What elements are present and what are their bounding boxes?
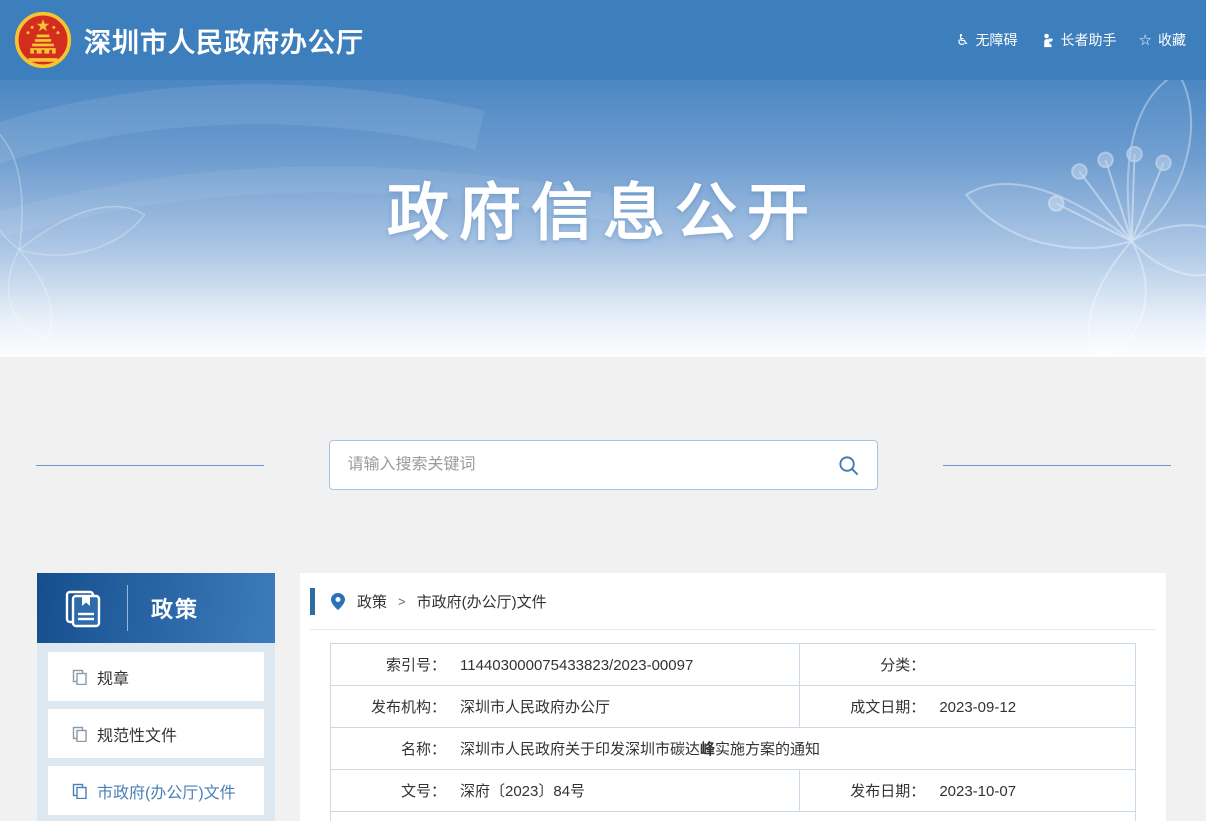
elder-assistant-link[interactable]: 长者助手 (1040, 30, 1117, 50)
sidebar-item-normative-documents[interactable]: 规范性文件 (48, 709, 264, 758)
table-row-publisher: 发布机构： 深圳市人民政府办公厅 成文日期： 2023-09-12 (331, 686, 1136, 728)
location-pin-icon (331, 593, 345, 610)
sidebar-header: 政策 (37, 573, 275, 643)
favorite-link[interactable]: ☆ 收藏 (1139, 30, 1186, 50)
highlighted-keyword: 峰 (700, 741, 715, 758)
breadcrumb-current[interactable]: 市政府(办公厅)文件 (417, 591, 547, 612)
sidebar-item-regulations[interactable]: 规章 (48, 652, 264, 701)
table-row-partial (331, 812, 1136, 821)
doc-number-cell: 文号： 深府〔2023〕84号 (331, 770, 800, 812)
partial-cell (331, 812, 1136, 821)
search-band (0, 440, 1206, 490)
written-date-cell: 成文日期： 2023-09-12 (800, 686, 1136, 728)
sidebar-item-label: 规范性文件 (97, 722, 177, 746)
breadcrumb-accent-bar (310, 588, 315, 615)
document-icon (72, 783, 88, 799)
accessibility-link[interactable]: ♿ 无障碍 (956, 30, 1017, 50)
breadcrumb: 政策 > 市政府(办公厅)文件 (310, 573, 1156, 630)
sidebar-menu: 规章 规范性文件 市政府(办公厅)文件 (37, 643, 275, 821)
doc-number-label: 文号： (331, 780, 446, 801)
page-banner: 政府信息公开 (0, 80, 1206, 357)
star-icon: ☆ (1139, 33, 1152, 48)
right-divider-line (943, 465, 1171, 466)
breadcrumb-separator: > (398, 594, 406, 609)
header-links: ♿ 无障碍 长者助手 ☆ 收藏 (956, 30, 1186, 50)
content-card: 政策 > 市政府(办公厅)文件 索引号： 114403000075433823/2… (300, 573, 1166, 821)
elder-assistant-label: 长者助手 (1061, 30, 1117, 50)
elder-person-icon (1040, 33, 1055, 48)
favorite-label: 收藏 (1158, 30, 1186, 50)
publisher-label: 发布机构： (331, 696, 446, 717)
index-cell: 索引号： 114403000075433823/2023-00097 (331, 644, 800, 686)
document-icon (72, 669, 88, 685)
publisher-cell: 发布机构： 深圳市人民政府办公厅 (331, 686, 800, 728)
search-icon[interactable] (838, 455, 859, 476)
site-title: 深圳市人民政府办公厅 (84, 21, 364, 60)
top-header: 深圳市人民政府办公厅 ♿ 无障碍 长者助手 ☆ 收藏 (0, 0, 1206, 80)
publisher-value: 深圳市人民政府办公厅 (460, 699, 610, 716)
sidebar-item-label: 规章 (97, 665, 129, 689)
written-date-label: 成文日期： (800, 696, 925, 717)
table-row-doc-number: 文号： 深府〔2023〕84号 发布日期： 2023-10-07 (331, 770, 1136, 812)
index-value: 114403000075433823/2023-00097 (460, 657, 693, 674)
page-title: 政府信息公开 (0, 162, 1206, 252)
publish-date-label: 发布日期： (800, 780, 925, 801)
sidebar: 政策 规章 规范性文件 (37, 573, 275, 821)
sidebar-header-divider (127, 585, 128, 631)
written-date-value: 2023-09-12 (939, 699, 1016, 716)
wheelchair-icon: ♿ (956, 33, 969, 48)
sidebar-item-label: 市政府(办公厅)文件 (97, 779, 236, 803)
sidebar-item-municipal-government-documents[interactable]: 市政府(办公厅)文件 (48, 766, 264, 815)
search-box (329, 440, 878, 490)
table-row-name: 名称： 深圳市人民政府关于印发深圳市碳达峰实施方案的通知 (331, 728, 1136, 770)
policy-book-icon (63, 588, 103, 628)
name-label: 名称： (331, 738, 446, 759)
document-icon (72, 726, 88, 742)
document-meta-table: 索引号： 114403000075433823/2023-00097 分类： 发布… (330, 643, 1136, 821)
main-content: 政策 规章 规范性文件 (0, 573, 1206, 821)
sidebar-title: 政策 (151, 592, 199, 624)
search-input[interactable] (348, 456, 838, 474)
index-label: 索引号： (331, 654, 446, 675)
category-cell: 分类： (800, 644, 1136, 686)
name-cell: 名称： 深圳市人民政府关于印发深圳市碳达峰实施方案的通知 (331, 728, 1136, 770)
national-emblem-logo (14, 11, 72, 69)
publish-date-value: 2023-10-07 (939, 783, 1016, 800)
doc-number-value: 深府〔2023〕84号 (460, 783, 585, 800)
accessibility-label: 无障碍 (976, 30, 1018, 50)
category-label: 分类： (800, 654, 925, 675)
publish-date-cell: 发布日期： 2023-10-07 (800, 770, 1136, 812)
breadcrumb-root[interactable]: 政策 (357, 591, 387, 612)
left-divider-line (36, 465, 264, 466)
table-row-index: 索引号： 114403000075433823/2023-00097 分类： (331, 644, 1136, 686)
document-name: 深圳市人民政府关于印发深圳市碳达峰实施方案的通知 (460, 741, 820, 758)
